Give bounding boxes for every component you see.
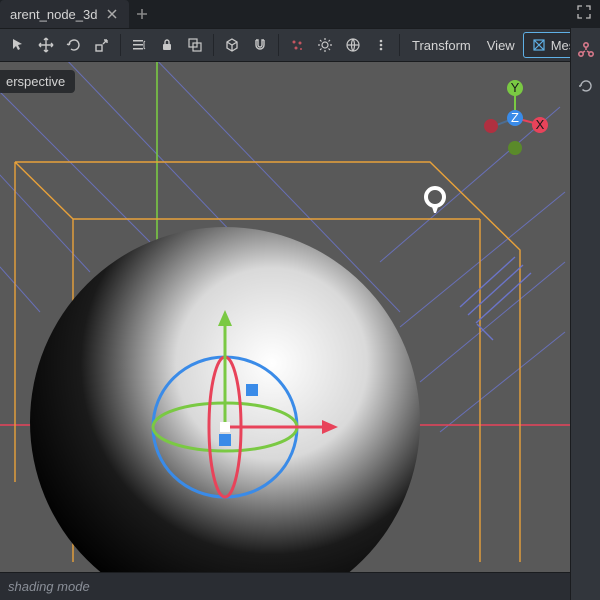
transform-menu[interactable]: Transform	[404, 31, 479, 59]
magnet-icon[interactable]	[246, 31, 274, 59]
viewport-toolbar: Transform View Mesh	[0, 28, 600, 62]
toolbar-separator	[213, 34, 214, 56]
group-icon[interactable]	[181, 31, 209, 59]
mesh-icon	[532, 38, 546, 52]
svg-text:X: X	[536, 117, 545, 132]
close-icon[interactable]	[105, 7, 119, 21]
status-text: shading mode	[8, 579, 90, 594]
svg-text:Y: Y	[511, 80, 520, 95]
snap-list-icon[interactable]	[125, 31, 153, 59]
toolbar-separator	[399, 34, 400, 56]
lock-icon[interactable]	[153, 31, 181, 59]
projection-badge[interactable]: erspective	[0, 70, 75, 93]
select-tool-icon[interactable]	[4, 31, 32, 59]
history-panel-icon[interactable]	[574, 74, 598, 98]
status-bar: shading mode	[0, 572, 570, 600]
move-tool-icon[interactable]	[32, 31, 60, 59]
particles-icon[interactable]	[283, 31, 311, 59]
view-menu[interactable]: View	[479, 31, 523, 59]
cube-icon[interactable]	[218, 31, 246, 59]
toolbar-separator	[120, 34, 121, 56]
add-tab-button[interactable]	[129, 1, 155, 27]
scale-tool-icon[interactable]	[88, 31, 116, 59]
viewport-3d[interactable]: erspective Y X Z	[0, 62, 570, 572]
rotate-tool-icon[interactable]	[60, 31, 88, 59]
gizmo-plane-handle	[219, 434, 231, 446]
right-dock	[570, 28, 600, 600]
expand-icon[interactable]	[576, 4, 592, 20]
scene-tab-title: arent_node_3d	[10, 7, 97, 22]
node-panel-icon[interactable]	[574, 38, 598, 62]
gizmo-origin	[220, 422, 230, 432]
orientation-gizmo[interactable]: Y X Z	[478, 78, 552, 162]
more-icon[interactable]	[367, 31, 395, 59]
scene-tab[interactable]: arent_node_3d	[0, 0, 129, 28]
scene-tab-bar: arent_node_3d	[0, 0, 600, 28]
projection-label: erspective	[6, 74, 65, 89]
environment-icon[interactable]	[339, 31, 367, 59]
svg-text:Z: Z	[511, 110, 519, 125]
toolbar-separator	[278, 34, 279, 56]
sun-icon[interactable]	[311, 31, 339, 59]
gizmo-plane-handle	[246, 384, 258, 396]
